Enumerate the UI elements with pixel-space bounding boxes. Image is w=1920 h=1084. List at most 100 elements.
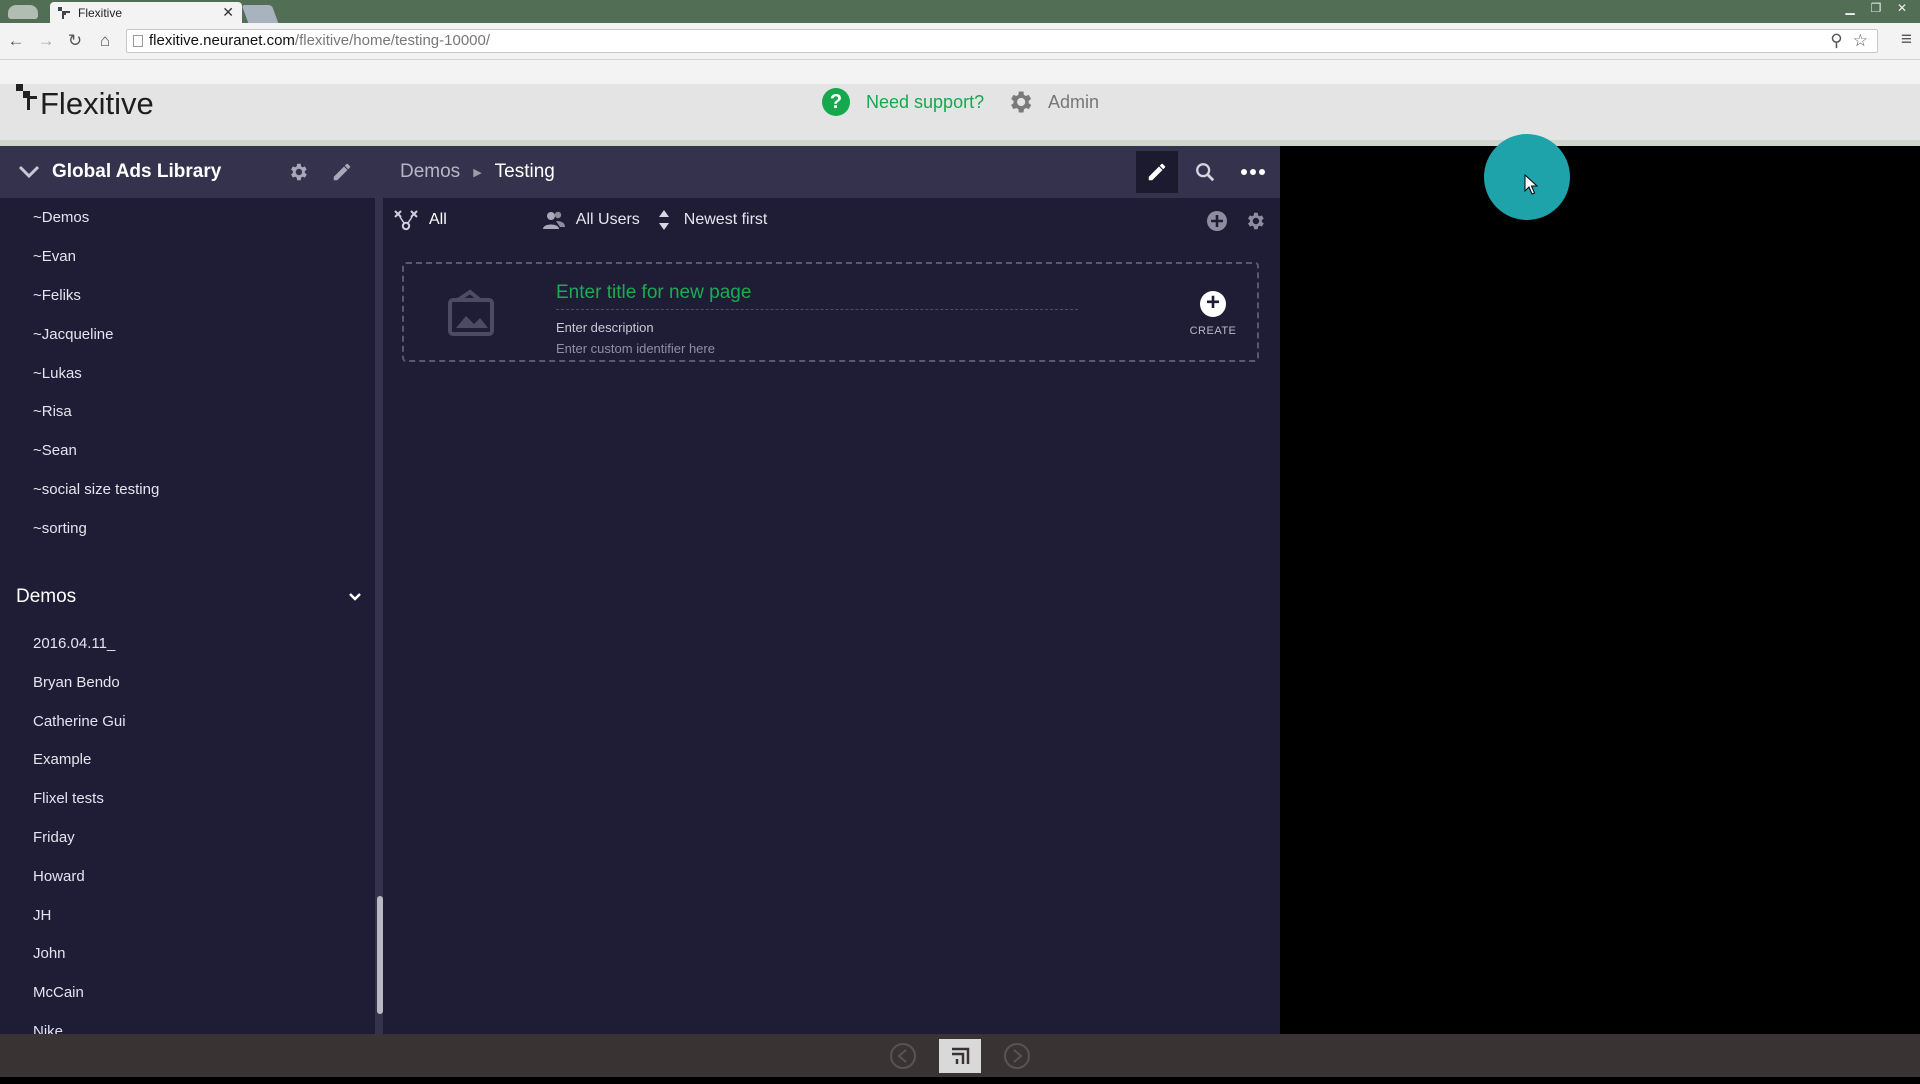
list-item[interactable]: JH <box>33 906 126 945</box>
filter-users-button[interactable]: All Users <box>542 210 640 230</box>
library-item[interactable]: ~social size testing <box>33 480 159 519</box>
minimize-icon[interactable]: ▁ <box>1840 1 1860 15</box>
search-icon <box>1196 163 1215 182</box>
list-item[interactable]: Bryan Bendo <box>33 673 126 712</box>
library-item[interactable]: ~Evan <box>33 247 159 286</box>
bottom-toolbar <box>0 1034 1920 1077</box>
library-item[interactable]: ~Feliks <box>33 286 159 325</box>
tab-close-icon[interactable]: ✕ <box>222 4 234 21</box>
section-list: 2016.04.11_ Bryan Bendo Catherine Gui Ex… <box>33 634 126 1034</box>
close-window-icon[interactable]: ✕ <box>1892 1 1912 15</box>
url-input[interactable]: flexitive.neuranet.com/flexitive/home/te… <box>126 29 1878 53</box>
breadcrumb-parent[interactable]: Demos <box>400 161 460 183</box>
filter-all-button[interactable]: All <box>393 209 447 231</box>
reload-icon[interactable]: ↻ <box>65 31 85 51</box>
forward-icon[interactable]: → <box>36 31 56 51</box>
layout-icon <box>952 1047 970 1064</box>
new-page-card: Enter title for new page Enter descripti… <box>402 262 1259 362</box>
browser-tab[interactable]: Flexitive ✕ <box>50 2 242 23</box>
back-icon[interactable]: ← <box>6 31 26 51</box>
more-icon <box>1241 169 1265 175</box>
create-button[interactable]: + CREATE <box>1189 291 1237 338</box>
restore-icon[interactable]: ❐ <box>1866 1 1886 15</box>
app-logo[interactable]: Flexitive <box>16 84 154 119</box>
library-item[interactable]: ~sorting <box>33 519 159 558</box>
support-label: Need support? <box>866 91 985 112</box>
zoom-icon[interactable]: ⚲ <box>1830 31 1842 51</box>
admin-label: Admin <box>1048 91 1100 112</box>
library-item[interactable]: ~Risa <box>33 402 159 441</box>
chevron-down-icon[interactable] <box>18 165 40 179</box>
list-item[interactable]: Nike <box>33 1022 126 1034</box>
settings-icon[interactable] <box>1244 210 1266 232</box>
library-list: ~Demos ~Evan ~Feliks ~Jacqueline ~Lukas … <box>33 208 159 558</box>
window-controls: ▁ ❐ ✕ <box>1840 1 1912 15</box>
image-placeholder-icon <box>448 289 494 336</box>
library-edit-icon[interactable] <box>331 161 353 183</box>
plus-icon: + <box>1200 291 1226 317</box>
need-support-link[interactable]: ? Need support? <box>822 88 984 116</box>
home-icon[interactable]: ⌂ <box>95 31 115 51</box>
library-item[interactable]: ~Jacqueline <box>33 325 159 364</box>
library-item[interactable]: ~Lukas <box>33 364 159 403</box>
new-page-title-input[interactable]: Enter title for new page <box>556 282 1078 310</box>
library-item[interactable]: ~Sean <box>33 441 159 480</box>
page-icon <box>133 35 143 47</box>
layout-toggle-button[interactable] <box>939 1039 981 1073</box>
help-icon: ? <box>822 88 850 116</box>
new-page-identifier-input[interactable]: Enter custom identifier here <box>556 341 715 356</box>
section-header-demos[interactable]: Demos <box>16 586 362 608</box>
arrow-right-circle-icon <box>1004 1043 1030 1069</box>
filter-all-icon <box>394 210 418 231</box>
library-title[interactable]: Global Ads Library <box>52 161 287 183</box>
list-item[interactable]: Catherine Gui <box>33 712 126 751</box>
library-header: Global Ads Library <box>0 146 375 198</box>
next-button[interactable] <box>996 1039 1038 1073</box>
main-panel: Demos ▶ Testing All All Users Newest fir… <box>383 146 1280 1034</box>
more-button[interactable] <box>1232 151 1274 193</box>
bookmark-star-icon[interactable]: ☆ <box>1853 31 1868 51</box>
logo-text: Flexitive <box>40 86 154 121</box>
new-tab-button[interactable] <box>241 5 279 23</box>
add-circle-icon[interactable] <box>1206 210 1228 232</box>
edit-button[interactable] <box>1136 151 1178 193</box>
list-item[interactable]: 2016.04.11_ <box>33 634 126 673</box>
list-item[interactable]: Howard <box>33 867 126 906</box>
library-sidebar: Global Ads Library ~Demos ~Evan ~Feliks … <box>0 146 383 1034</box>
breadcrumb-separator-icon: ▶ <box>473 166 482 179</box>
chevron-down-icon[interactable] <box>348 592 362 602</box>
search-button[interactable] <box>1184 151 1226 193</box>
url-host: flexitive.neuranet.com <box>149 32 295 49</box>
list-item[interactable]: John <box>33 944 126 983</box>
filter-bar: All All Users Newest first <box>383 198 1280 242</box>
address-toolbar: ← → ↻ ⌂ flexitive.neuranet.com/flexitive… <box>0 23 1920 60</box>
tab-favicon-icon <box>58 6 70 19</box>
filter-all-label: All <box>429 211 447 228</box>
browser-titlebar: Flexitive ✕ ▁ ❐ ✕ <box>0 0 1920 23</box>
filter-users-label: All Users <box>575 211 640 228</box>
library-item[interactable]: ~Demos <box>33 208 159 247</box>
admin-link[interactable]: Admin <box>1006 88 1099 116</box>
tab-title: Flexitive <box>78 5 123 20</box>
list-item[interactable]: Example <box>33 750 126 789</box>
preview-canvas[interactable] <box>1280 146 1920 1034</box>
list-item[interactable]: Friday <box>33 828 126 867</box>
url-path: /flexitive/home/testing-10000/ <box>294 32 491 49</box>
library-settings-icon[interactable] <box>287 161 309 183</box>
create-label: CREATE <box>1189 325 1237 337</box>
mouse-cursor-icon <box>1524 174 1538 195</box>
arrow-left-circle-icon <box>890 1043 916 1069</box>
list-item[interactable]: McCain <box>33 983 126 1022</box>
main-header: Demos ▶ Testing <box>383 146 1280 198</box>
section-title: Demos <box>16 586 77 607</box>
users-icon <box>542 211 565 229</box>
list-item[interactable]: Flixel tests <box>33 789 126 828</box>
incognito-icon <box>4 0 42 23</box>
screen-bottom-edge <box>0 1077 1920 1084</box>
sort-toggle-icon[interactable] <box>658 209 670 231</box>
sort-label[interactable]: Newest first <box>684 211 768 229</box>
browser-menu-icon[interactable]: ≡ <box>1901 29 1912 51</box>
gear-icon <box>1011 91 1032 113</box>
previous-button[interactable] <box>882 1039 924 1073</box>
new-page-description-input[interactable]: Enter description <box>556 320 654 335</box>
